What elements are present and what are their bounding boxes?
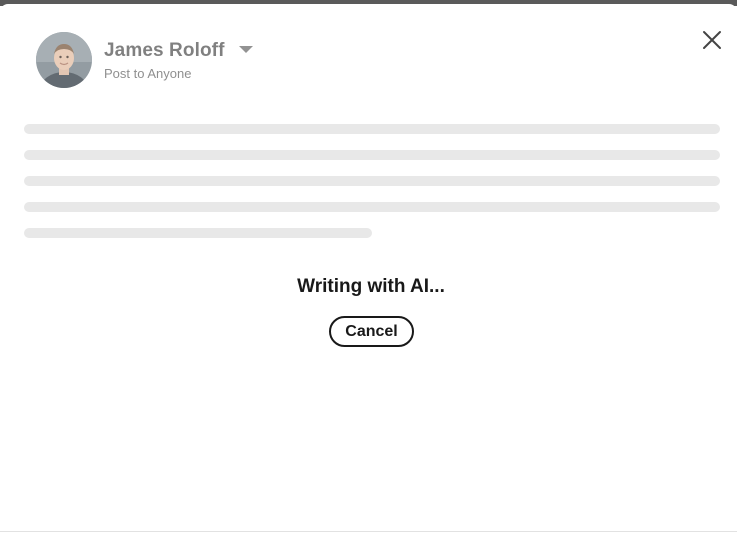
author-identity: James Roloff Post to Anyone (104, 40, 253, 81)
post-composer-modal: James Roloff Post to Anyone Writing with… (0, 4, 737, 531)
close-icon (703, 31, 721, 49)
loading-line (24, 202, 720, 212)
loading-line (24, 124, 720, 134)
author-header[interactable]: James Roloff Post to Anyone (36, 32, 253, 88)
audience-label: Post to Anyone (104, 65, 192, 81)
ai-status-message: Writing with AI... (297, 276, 445, 297)
loading-line (24, 176, 720, 186)
profile-photo-icon (36, 32, 92, 88)
author-name: James Roloff (104, 39, 225, 61)
author-name-row[interactable]: James Roloff (104, 40, 253, 62)
loading-line (24, 228, 372, 238)
avatar (36, 32, 92, 88)
cancel-button[interactable]: Cancel (329, 316, 414, 347)
loading-line (24, 150, 720, 160)
close-button[interactable] (698, 26, 726, 54)
footer-area (0, 532, 737, 545)
caret-down-icon[interactable] (238, 46, 253, 53)
